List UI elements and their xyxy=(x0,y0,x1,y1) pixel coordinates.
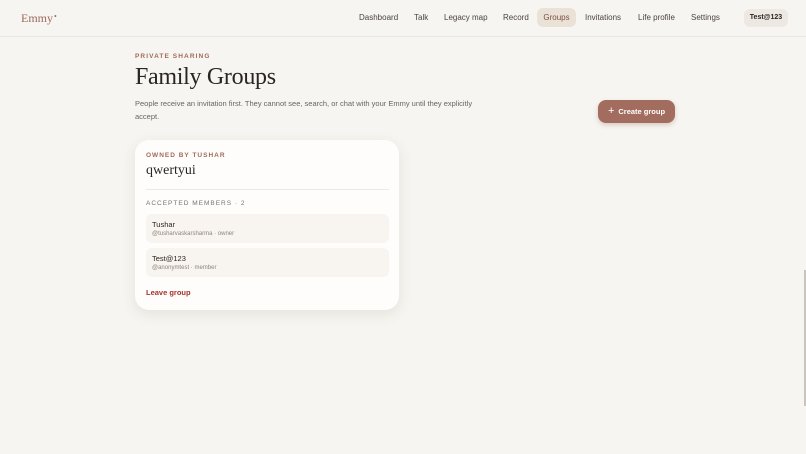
nav-record[interactable]: Record xyxy=(497,8,535,27)
member-meta: @anonymtest · member xyxy=(152,265,217,271)
plus-icon: + xyxy=(607,105,615,117)
top-navigation-bar: Emmy• Dashboard Talk Legacy map Record G… xyxy=(0,0,806,37)
nav-groups[interactable]: Groups xyxy=(537,8,576,27)
section-eyebrow: PRIVATE SHARING xyxy=(135,53,211,60)
members-label: ACCEPTED MEMBERS · 2 xyxy=(146,200,246,207)
create-group-button[interactable]: + Create group xyxy=(598,100,675,123)
nav-talk[interactable]: Talk xyxy=(408,8,434,27)
user-menu-button[interactable]: Test@123 xyxy=(744,9,788,27)
logo-dot: • xyxy=(54,12,57,21)
member-row: Test@123 @anonymtest · member xyxy=(146,248,389,277)
nav-settings[interactable]: Settings xyxy=(685,8,726,27)
app-logo[interactable]: Emmy• xyxy=(21,11,57,26)
nav-legacy-map[interactable]: Legacy map xyxy=(438,8,494,27)
member-meta: @tusharvaskarsharma · owner xyxy=(152,231,235,237)
logo-text: Emmy xyxy=(21,11,53,25)
member-name: Test@123 xyxy=(152,254,186,263)
member-row: Tushar @tusharvaskarsharma · owner xyxy=(146,214,389,243)
nav-dashboard[interactable]: Dashboard xyxy=(353,8,404,27)
leave-group-link[interactable]: Leave group xyxy=(146,288,191,297)
nav-invitations[interactable]: Invitations xyxy=(579,8,627,27)
page-description: People receive an invitation first. They… xyxy=(135,99,473,121)
group-name: qwertyui xyxy=(146,163,196,178)
page-title: Family Groups xyxy=(135,64,276,90)
card-divider xyxy=(146,189,389,190)
group-card: OWNED BY TUSHAR qwertyui ACCEPTED MEMBER… xyxy=(135,140,399,310)
create-group-label: Create group xyxy=(618,107,666,116)
nav-life-profile[interactable]: Life profile xyxy=(632,8,681,27)
group-owner-label: OWNED BY TUSHAR xyxy=(146,152,226,159)
member-name: Tushar xyxy=(152,220,176,229)
